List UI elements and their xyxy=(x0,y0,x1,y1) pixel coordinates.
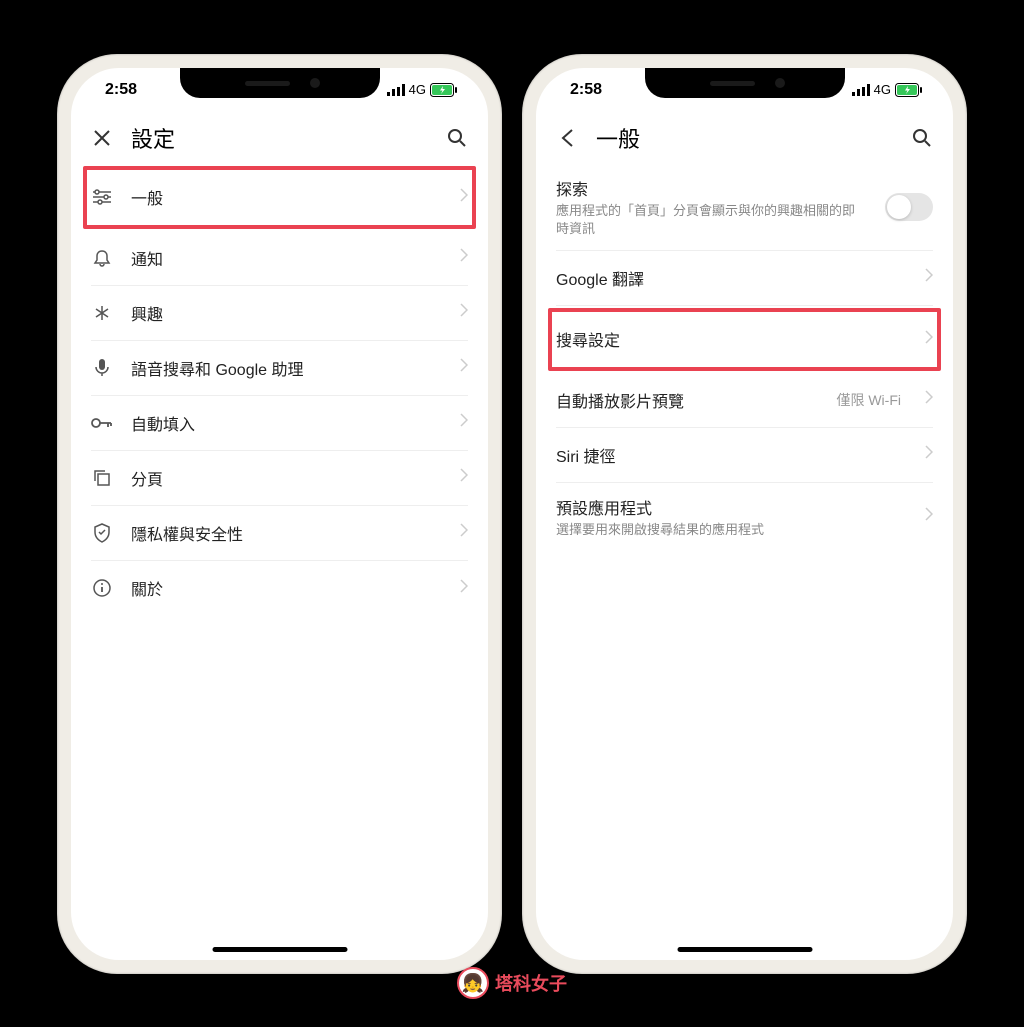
row-label: 一般 xyxy=(131,185,442,209)
row-discover[interactable]: 探索 應用程式的「首頁」分頁會顯示與你的興趣相關的即時資訊 xyxy=(556,164,933,251)
phone-right: 2:58 4G 一般 探索 xyxy=(522,54,967,974)
row-siri-shortcuts[interactable]: Siri 捷徑 xyxy=(556,428,933,483)
row-label: 關於 xyxy=(131,576,442,600)
key-icon xyxy=(91,417,113,429)
watermark-avatar-icon: 👧 xyxy=(457,967,489,999)
row-label: 通知 xyxy=(131,246,442,270)
row-privacy[interactable]: 隱私權與安全性 xyxy=(91,506,468,561)
info-icon xyxy=(91,579,113,597)
row-label: 預設應用程式 xyxy=(556,495,907,519)
page-title: 一般 xyxy=(596,122,893,154)
row-label: 分頁 xyxy=(131,466,442,490)
home-indicator[interactable] xyxy=(212,947,347,952)
row-label: 探索 xyxy=(556,176,867,200)
chevron-right-icon xyxy=(460,413,468,432)
notch xyxy=(180,68,380,98)
chevron-right-icon xyxy=(925,445,933,464)
row-label: 興趣 xyxy=(131,301,442,325)
row-default-apps[interactable]: 預設應用程式 選擇要用來開啟搜尋結果的應用程式 xyxy=(556,483,933,551)
row-label: 隱私權與安全性 xyxy=(131,521,442,545)
network-label: 4G xyxy=(409,82,426,97)
chevron-right-icon xyxy=(460,468,468,487)
row-notifications[interactable]: 通知 xyxy=(91,231,468,286)
copy-icon xyxy=(91,469,113,487)
row-sub: 選擇要用來開啟搜尋結果的應用程式 xyxy=(556,521,907,539)
status-time: 2:58 xyxy=(105,81,137,99)
chevron-right-icon xyxy=(925,507,933,526)
notch xyxy=(645,68,845,98)
status-time: 2:58 xyxy=(570,81,602,99)
chevron-right-icon xyxy=(460,579,468,598)
chevron-right-icon xyxy=(460,248,468,267)
nav-header-left: 設定 xyxy=(71,112,488,164)
row-label: Siri 捷徑 xyxy=(556,443,907,467)
search-icon[interactable] xyxy=(446,127,468,149)
row-autoplay-preview[interactable]: 自動播放影片預覽 僅限 Wi-Fi xyxy=(556,373,933,428)
chevron-right-icon xyxy=(460,523,468,542)
watermark-text: 塔科女子 xyxy=(495,970,567,996)
battery-icon xyxy=(895,83,923,97)
row-tabs[interactable]: 分頁 xyxy=(91,451,468,506)
row-about[interactable]: 關於 xyxy=(91,561,468,616)
row-label: 自動播放影片預覽 xyxy=(556,388,818,412)
close-icon[interactable] xyxy=(91,127,113,149)
signal-icon xyxy=(852,84,870,96)
mic-icon xyxy=(91,358,113,378)
search-icon[interactable] xyxy=(911,127,933,149)
screen-right: 2:58 4G 一般 探索 xyxy=(536,68,953,960)
page-title: 設定 xyxy=(131,122,428,154)
chevron-right-icon xyxy=(925,268,933,287)
row-google-translate[interactable]: Google 翻譯 xyxy=(556,251,933,306)
chevron-right-icon xyxy=(460,358,468,377)
row-general[interactable]: 一般 xyxy=(91,170,468,225)
settings-list: 一般 通知 興趣 xyxy=(71,166,488,616)
watermark: 👧 塔科女子 xyxy=(457,967,567,999)
row-label: 搜尋設定 xyxy=(556,327,907,351)
row-value: 僅限 Wi-Fi xyxy=(836,390,901,410)
highlight-search-settings: 搜尋設定 xyxy=(548,308,941,371)
asterisk-icon xyxy=(91,304,113,322)
row-voice-search[interactable]: 語音搜尋和 Google 助理 xyxy=(91,341,468,396)
row-autofill[interactable]: 自動填入 xyxy=(91,396,468,451)
sliders-icon xyxy=(91,189,113,205)
row-label: 語音搜尋和 Google 助理 xyxy=(131,356,442,380)
row-search-settings[interactable]: 搜尋設定 xyxy=(556,312,933,367)
back-icon[interactable] xyxy=(556,127,578,149)
row-label: 自動填入 xyxy=(131,411,442,435)
chevron-right-icon xyxy=(460,303,468,322)
row-sub: 應用程式的「首頁」分頁會顯示與你的興趣相關的即時資訊 xyxy=(556,202,867,238)
chevron-right-icon xyxy=(460,188,468,207)
network-label: 4G xyxy=(874,82,891,97)
discover-toggle[interactable] xyxy=(885,193,933,221)
bell-icon xyxy=(91,249,113,267)
phone-left: 2:58 4G 設定 xyxy=(57,54,502,974)
highlight-general: 一般 xyxy=(83,166,476,229)
chevron-right-icon xyxy=(925,330,933,349)
general-list: 探索 應用程式的「首頁」分頁會顯示與你的興趣相關的即時資訊 Google 翻譯 … xyxy=(536,164,953,552)
home-indicator[interactable] xyxy=(677,947,812,952)
row-label: Google 翻譯 xyxy=(556,266,907,290)
screen-left: 2:58 4G 設定 xyxy=(71,68,488,960)
battery-icon xyxy=(430,83,458,97)
chevron-right-icon xyxy=(925,390,933,409)
row-interests[interactable]: 興趣 xyxy=(91,286,468,341)
nav-header-right: 一般 xyxy=(536,112,953,164)
shield-icon xyxy=(91,523,113,543)
signal-icon xyxy=(387,84,405,96)
